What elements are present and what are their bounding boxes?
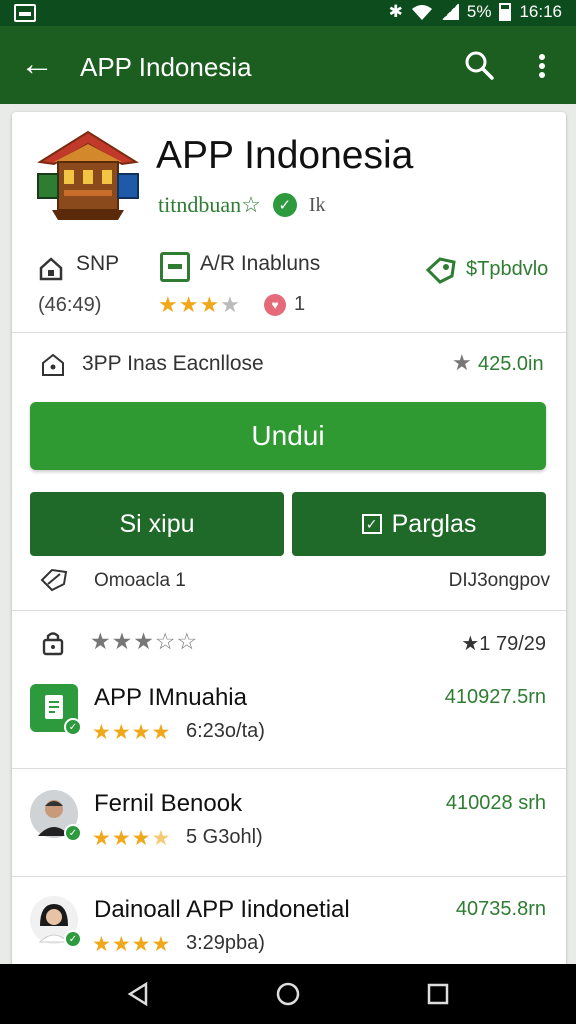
app-bar: ← APP Indonesia	[0, 26, 576, 104]
star-icon: ★	[452, 350, 472, 375]
bluetooth-icon: ✱	[388, 2, 403, 21]
divider	[12, 332, 566, 333]
home-icon	[39, 257, 63, 281]
meta-left-top: SNP	[76, 252, 120, 275]
lock-icon	[42, 632, 64, 656]
tag-row-left: Omoacla 1	[94, 570, 186, 591]
checkbox-icon: ✓	[361, 514, 382, 534]
status-bar: ✱ 5% 16:16	[0, 0, 576, 26]
clock: 16:16	[519, 2, 562, 21]
reviews-header-value: ★1 79/29	[461, 633, 546, 655]
review-name: Dainoall APP Iindonetial	[94, 896, 350, 923]
review-amount: 410927.5rn	[444, 686, 546, 708]
nav-back-icon[interactable]	[124, 980, 152, 1008]
review-name: Fernil Benook	[94, 790, 243, 817]
signal-icon	[440, 4, 459, 20]
meta-mid-label: A/R Inabluns	[200, 252, 321, 275]
secondary-right-label: Parglas	[391, 509, 477, 538]
review-name: APP IMnuahia	[94, 684, 247, 711]
status-indicators: ✱ 5% 16:16	[389, 2, 562, 22]
reviews-header-stars: ★★★☆☆	[90, 628, 199, 654]
info-row-text: 3PP Inas Eacnllose	[82, 352, 264, 375]
review-amount: 40735.8rn	[455, 898, 546, 920]
review-stars: ★★★★	[92, 827, 172, 850]
category-icon	[160, 252, 190, 282]
arrow-back-icon[interactable]: ←	[20, 44, 54, 84]
secondary-left-label: Si xipu	[119, 509, 195, 538]
install-button[interactable]: Undui	[30, 402, 546, 470]
rating-stars: ★★★★	[158, 292, 241, 317]
verified-check-icon: ✓	[272, 193, 297, 217]
info-row: 3PP Inas Eacnllose ★ 425.0in	[40, 350, 550, 380]
gallery-notification-icon	[14, 4, 36, 22]
developer-row: titndbuan☆ ✓ Ik	[158, 192, 326, 218]
search-icon[interactable]	[464, 50, 494, 80]
nav-recents-icon[interactable]	[424, 980, 452, 1008]
rating-value: 1	[294, 293, 306, 315]
review-sub: 5 G3ohl)	[186, 826, 263, 848]
review-stars: ★★★★	[92, 933, 172, 956]
list-item[interactable]: ✓ Fernil Benook ★★★★ 5 G3ohl) 410028 srh	[30, 790, 550, 870]
tag-outline-icon	[40, 568, 68, 592]
app-logo	[37, 130, 139, 220]
developer-link[interactable]: titndbuan☆	[158, 192, 261, 218]
tag-row: Omoacla 1 DIJ3ongpov	[40, 566, 550, 596]
more-vert-icon[interactable]	[530, 50, 554, 82]
heart-icon: ♥	[264, 294, 286, 316]
review-sub: 3:29pba)	[186, 932, 265, 954]
verified-badge-icon: ✓	[64, 824, 82, 842]
list-item[interactable]: ✓ APP IMnuahia ★★★★ 6:23o/ta) 410927.5rn	[30, 684, 550, 764]
avatar: ✓	[30, 896, 82, 948]
home-outline-icon	[42, 353, 64, 376]
app-bar-title: APP Indonesia	[80, 52, 252, 82]
secondary-left-button[interactable]: Si xipu	[30, 492, 284, 556]
avatar: ✓	[30, 790, 82, 842]
battery-icon	[499, 3, 512, 21]
divider	[12, 768, 566, 769]
verified-badge-icon: ✓	[64, 930, 82, 948]
battery-percent: 5%	[466, 2, 492, 21]
review-stars: ★★★★	[92, 721, 172, 744]
meta-left-bottom: (46:49)	[38, 294, 102, 316]
developer-extra: Ik	[308, 193, 326, 216]
price-tag-icon	[426, 257, 456, 284]
secondary-right-button[interactable]: ✓ Parglas	[292, 492, 546, 556]
app-title: APP Indonesia	[156, 134, 414, 177]
divider	[12, 876, 566, 877]
verified-badge-icon: ✓	[64, 718, 82, 736]
review-sub: 6:23o/ta)	[186, 720, 265, 742]
divider	[12, 610, 566, 611]
review-amount: 410028 srh	[445, 792, 546, 814]
meta-right: $Tpbdvlo	[466, 258, 549, 280]
info-row-value: 425.0in	[478, 353, 544, 375]
tag-row-right: DIJ3ongpov	[448, 570, 550, 591]
system-nav-bar	[0, 964, 576, 1024]
wifi-icon	[411, 5, 432, 20]
reviews-header: ★★★☆☆ ★1 79/29	[40, 628, 550, 658]
nav-home-icon[interactable]	[274, 980, 302, 1008]
app-icon: ✓	[30, 684, 82, 736]
